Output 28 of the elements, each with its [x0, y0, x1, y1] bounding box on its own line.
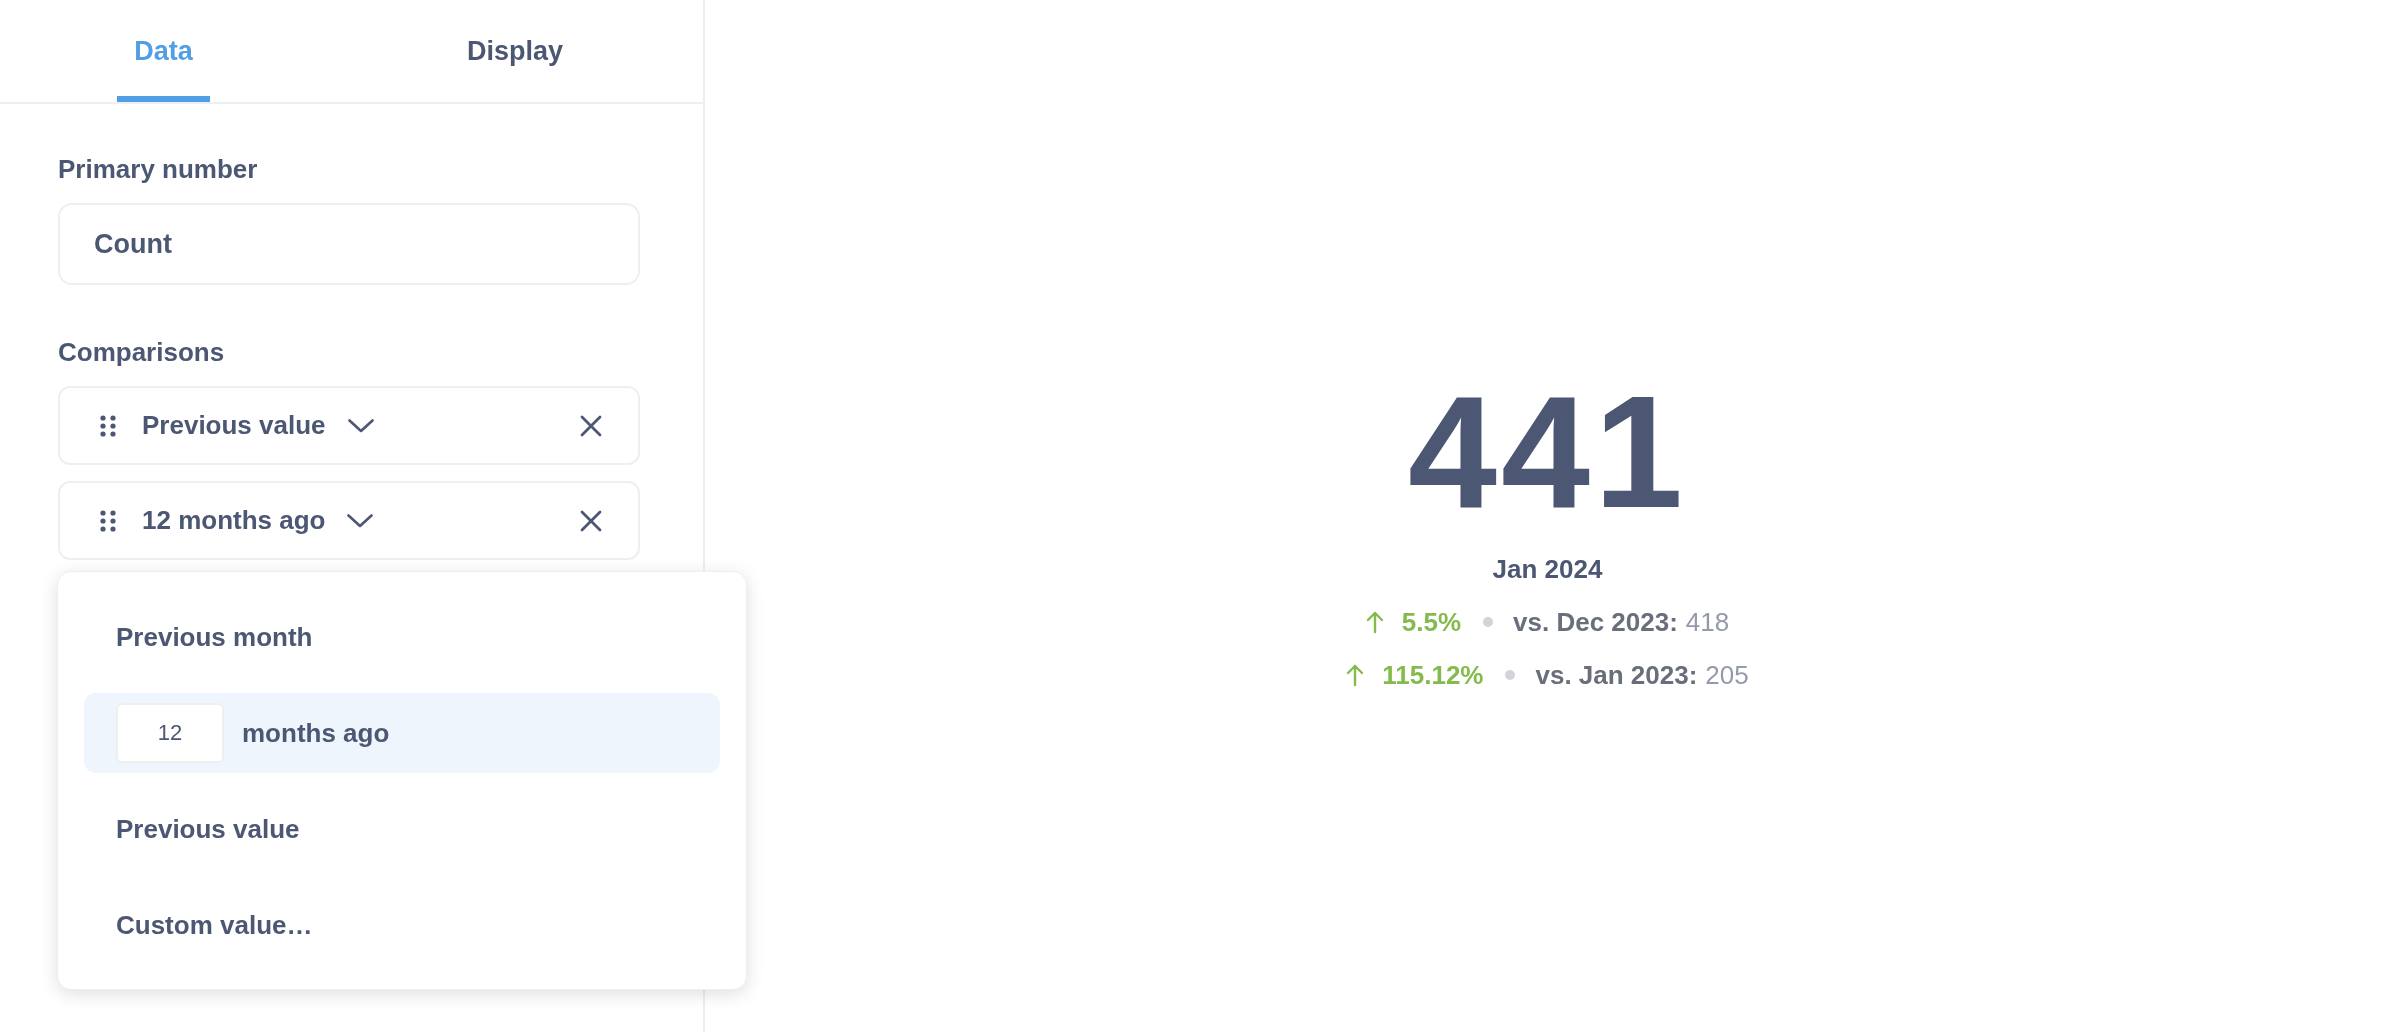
number-input[interactable]: 12	[116, 703, 224, 763]
chevron-down-icon[interactable]	[347, 418, 374, 433]
menu-option-row[interactable]: 12 months ago	[84, 693, 720, 773]
separator-dot	[1505, 670, 1516, 680]
comparison-label[interactable]: 12 months ago	[142, 505, 326, 536]
comparison-label[interactable]: Previous value	[142, 410, 326, 441]
drag-handle-icon[interactable]	[100, 414, 116, 437]
section-label: Primary number	[58, 154, 259, 185]
comparison-value: 418	[1685, 606, 1730, 638]
change-percent: 5.5%	[1401, 606, 1462, 638]
primary-value: 441	[1408, 371, 1687, 532]
primary-number-select[interactable]: Count	[58, 203, 640, 285]
menu-option[interactable]: Previous value	[84, 789, 720, 869]
menu-option[interactable]: Previous month	[84, 597, 720, 677]
close-icon[interactable]	[580, 509, 602, 532]
separator-dot	[1483, 617, 1494, 627]
comparison-period: vs. Dec 2023:	[1513, 606, 1678, 638]
menu-option[interactable]: Custom value…	[84, 885, 720, 965]
drag-handle-icon[interactable]	[100, 509, 116, 532]
close-icon[interactable]	[580, 414, 602, 437]
chevron-down-icon[interactable]	[347, 513, 374, 528]
section-label: Comparisons	[58, 337, 226, 368]
option-label: months ago	[242, 717, 390, 749]
comparison-value: 205	[1705, 659, 1749, 691]
change-percent: 115.12%	[1382, 659, 1484, 691]
tab[interactable]: Display	[450, 0, 580, 102]
period-label: Jan 2024	[1492, 553, 1603, 585]
comparison-period: vs. Jan 2023:	[1535, 659, 1698, 691]
